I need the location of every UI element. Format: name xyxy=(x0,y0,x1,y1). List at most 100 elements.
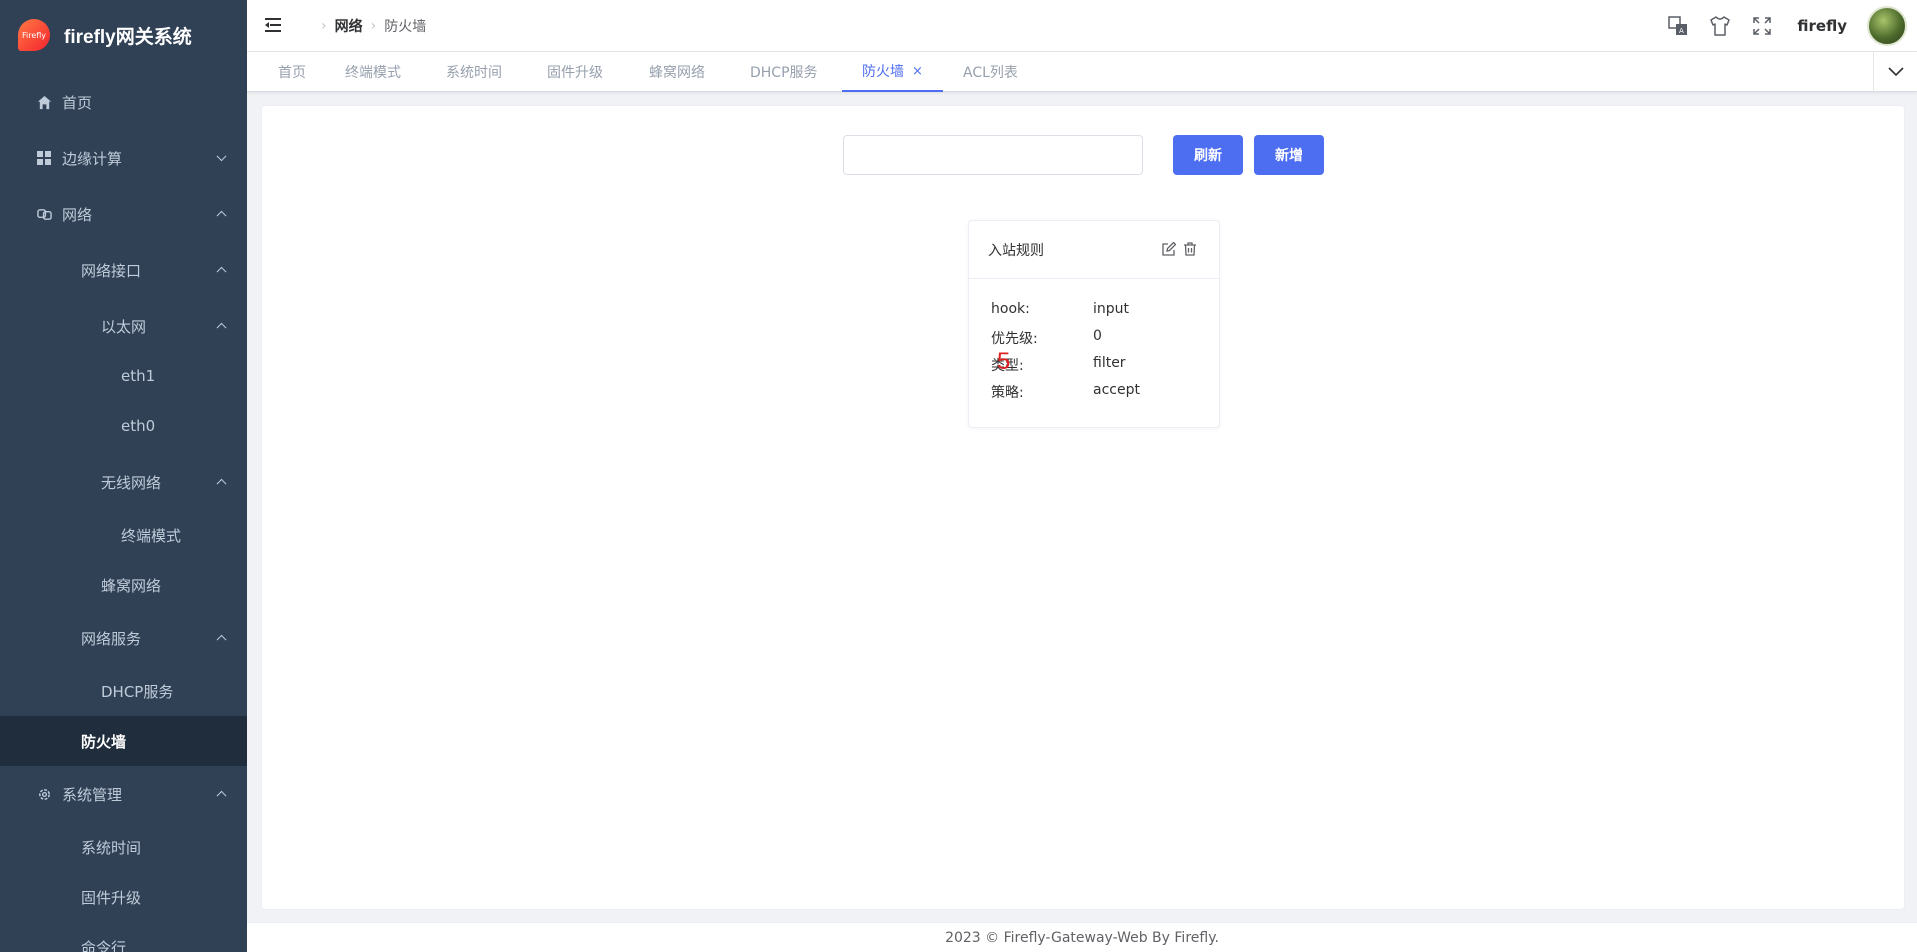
sidebar-item-label: 系统时间 xyxy=(81,838,142,857)
card-title: 入站规则 xyxy=(988,242,1044,259)
search-input[interactable] xyxy=(843,135,1143,175)
chevron-up-icon xyxy=(216,266,227,277)
chevron-up-icon xyxy=(216,634,227,645)
sidebar-item-label: 网络服务 xyxy=(81,629,142,648)
annotation-marker: 5 xyxy=(997,348,1011,375)
avatar[interactable] xyxy=(1867,6,1907,46)
tag-label: 防火墙 xyxy=(862,64,904,80)
sidebar-item-label: DHCP服务 xyxy=(101,682,174,701)
logo-text: Firefly xyxy=(21,30,47,40)
sidebar-item-label: eth0 xyxy=(121,417,156,435)
rule-key: 策略: xyxy=(991,385,1024,401)
sidebar-item-label: 固件升级 xyxy=(81,888,142,907)
rule-value: input xyxy=(1093,301,1130,317)
tags-menu-toggle[interactable] xyxy=(1873,52,1917,92)
tag-label: 固件升级 xyxy=(547,65,603,81)
close-icon[interactable]: × xyxy=(912,64,923,79)
sidebar-item-network[interactable]: 网络 xyxy=(0,186,247,242)
sidebar-item-system-time[interactable]: 系统时间 xyxy=(0,822,247,872)
rule-row-hook: hook: input xyxy=(969,297,1219,324)
tag-system-time[interactable]: 系统时间 xyxy=(446,52,502,92)
breadcrumb-separator: › xyxy=(370,18,377,34)
card-body: hook: input 优先级: 0 类型: filter 策略: accept xyxy=(969,279,1219,405)
header-right: A firefly xyxy=(1647,0,1907,52)
sidebar-item-firmware-upgrade[interactable]: 固件升级 xyxy=(0,872,247,922)
app-root: Firefly firefly网关系统 首页 边缘计算 网络 网络接口 以太网 … xyxy=(0,0,1917,952)
fullscreen-icon[interactable] xyxy=(1751,15,1773,37)
footer: 2023 © Firefly-Gateway-Web By Firefly. xyxy=(247,922,1917,952)
sidebar-item-system-management[interactable]: 系统管理 xyxy=(0,766,247,822)
sidebar-item-edge-computing[interactable]: 边缘计算 xyxy=(0,130,247,186)
edit-icon[interactable] xyxy=(1162,242,1176,256)
navbar: › 网络 › 防火墙 A firefly xyxy=(247,0,1917,52)
shirt-icon[interactable] xyxy=(1709,15,1731,37)
tag-label: 首页 xyxy=(278,65,306,81)
sidebar-item-label: 无线网络 xyxy=(101,473,162,492)
tag-acl[interactable]: ACL列表 xyxy=(963,52,1018,92)
sidebar-item-ethernet[interactable]: 以太网 xyxy=(0,298,247,354)
tag-firewall[interactable]: 防火墙 × xyxy=(842,52,943,92)
grid-icon xyxy=(36,150,52,166)
link-icon xyxy=(36,206,52,222)
refresh-button[interactable]: 刷新 xyxy=(1173,135,1243,175)
tag-firmware-upgrade[interactable]: 固件升级 xyxy=(547,52,603,92)
rule-value: filter xyxy=(1093,355,1126,371)
sidebar-item-label: 命令行 xyxy=(81,938,127,952)
tag-terminal-mode[interactable]: 终端模式 xyxy=(345,52,401,92)
card-header: 入站规则 xyxy=(969,221,1219,279)
sidebar-item-dhcp[interactable]: DHCP服务 xyxy=(0,666,247,716)
sidebar-item-label: 边缘计算 xyxy=(62,149,123,168)
app-title: firefly网关系统 xyxy=(64,26,192,48)
sidebar-item-eth0[interactable]: eth0 xyxy=(0,401,247,451)
sidebar-item-label: eth1 xyxy=(121,367,156,385)
breadcrumb-parent[interactable]: 网络 xyxy=(335,16,363,36)
tag-dhcp[interactable]: DHCP服务 xyxy=(750,52,818,92)
sidebar: Firefly firefly网关系统 首页 边缘计算 网络 网络接口 以太网 … xyxy=(0,0,247,952)
translate-icon[interactable]: A xyxy=(1667,15,1689,37)
sidebar-item-command-line[interactable]: 命令行 xyxy=(0,922,247,952)
sidebar-item-network-services[interactable]: 网络服务 xyxy=(0,610,247,666)
sidebar-item-eth1[interactable]: eth1 xyxy=(0,351,247,401)
rule-key: 优先级: xyxy=(991,331,1038,347)
chevron-up-icon xyxy=(216,322,227,333)
sidebar-item-cellular[interactable]: 蜂窝网络 xyxy=(0,560,247,610)
svg-text:A: A xyxy=(1679,27,1684,35)
sidebar-item-label: 以太网 xyxy=(101,317,147,336)
chevron-down-icon xyxy=(1887,67,1904,77)
sidebar-item-label: 终端模式 xyxy=(121,526,182,545)
rule-value: 0 xyxy=(1093,328,1102,344)
sidebar-item-label: 系统管理 xyxy=(62,785,123,804)
breadcrumb: › 网络 › 防火墙 xyxy=(313,0,426,52)
chevron-up-icon xyxy=(216,478,227,489)
rule-row-policy: 策略: accept xyxy=(969,378,1219,405)
breadcrumb-separator: › xyxy=(321,18,327,34)
breadcrumb-current: 防火墙 xyxy=(384,19,427,35)
sidebar-item-terminal-mode[interactable]: 终端模式 xyxy=(0,510,247,560)
delete-icon[interactable] xyxy=(1183,242,1197,256)
tag-label: DHCP服务 xyxy=(750,65,818,81)
username[interactable]: firefly xyxy=(1797,17,1847,35)
hamburger-icon[interactable] xyxy=(265,16,283,34)
sidebar-item-firewall[interactable]: 防火墙 xyxy=(0,716,247,766)
tag-label: ACL列表 xyxy=(963,65,1018,81)
card-actions xyxy=(1155,242,1197,256)
chevron-up-icon xyxy=(216,790,227,801)
sidebar-item-wireless[interactable]: 无线网络 xyxy=(0,454,247,510)
tag-cellular[interactable]: 蜂窝网络 xyxy=(649,52,705,92)
sidebar-item-label: 首页 xyxy=(62,93,93,112)
chevron-up-icon xyxy=(216,210,227,221)
rule-key: hook: xyxy=(991,301,1030,317)
sidebar-item-label: 网络 xyxy=(62,205,93,224)
sidebar-item-home[interactable]: 首页 xyxy=(0,74,247,130)
rule-row-priority: 优先级: 0 xyxy=(969,324,1219,351)
sidebar-item-label: 防火墙 xyxy=(81,732,127,751)
sidebar-item-network-interface[interactable]: 网络接口 xyxy=(0,242,247,298)
sidebar-item-label: 蜂窝网络 xyxy=(101,576,162,595)
tag-label: 蜂窝网络 xyxy=(649,65,705,81)
tag-label: 系统时间 xyxy=(446,65,502,81)
firefly-logo-icon: Firefly xyxy=(18,19,50,51)
gear-icon xyxy=(36,786,52,802)
tag-home[interactable]: 首页 xyxy=(278,52,306,92)
add-button[interactable]: 新增 xyxy=(1254,135,1324,175)
sidebar-logo[interactable]: Firefly firefly网关系统 xyxy=(0,0,247,70)
